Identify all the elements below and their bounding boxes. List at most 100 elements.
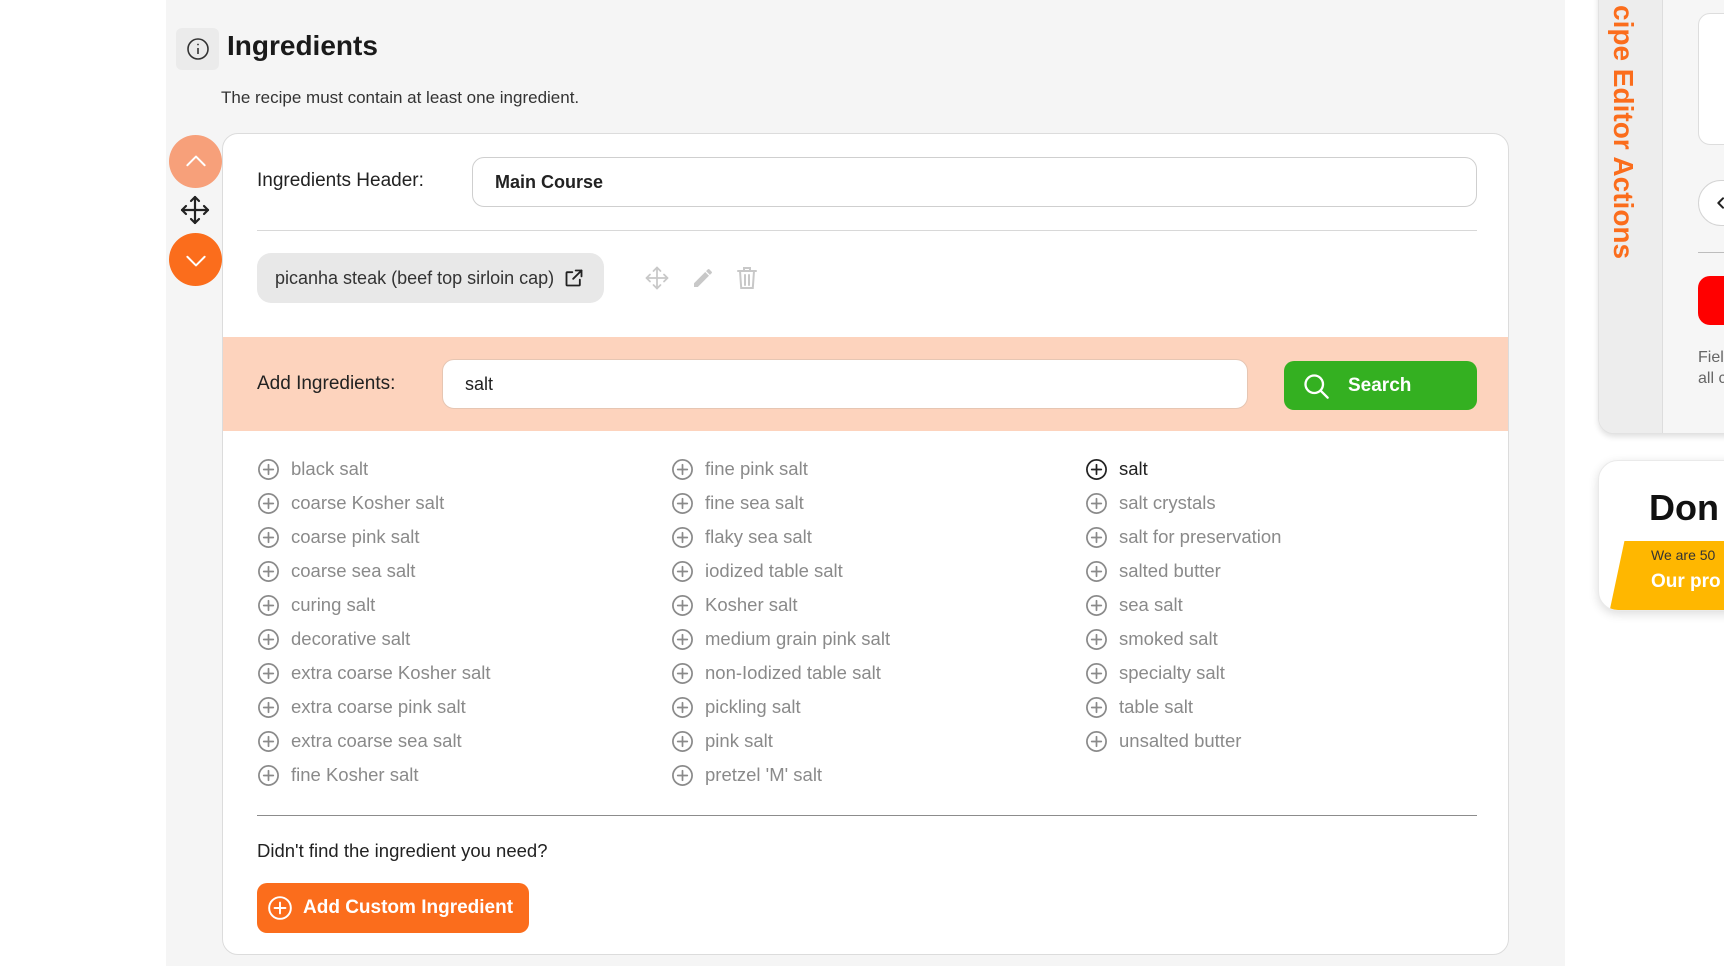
ingredient-result[interactable]: smoked salt [1085,622,1485,656]
back-button[interactable] [1698,180,1724,226]
ingredient-result[interactable]: salt crystals [1085,486,1485,520]
plus-circle-icon [258,730,279,752]
divider [1698,252,1724,253]
ingredient-result-label: curing salt [291,594,376,615]
plus-circle-icon [672,492,693,514]
ingredient-result[interactable]: coarse Kosher salt [257,486,657,520]
ingredient-result-label: pretzel 'M' salt [705,764,823,785]
ingredient-group-card: Ingredients Header: Main Course picanha … [222,133,1509,955]
ingredient-result[interactable]: salted butter [1085,554,1485,588]
info-icon [186,38,209,60]
trash-icon [737,267,757,289]
ingredient-result[interactable]: sea salt [1085,588,1485,622]
plus-circle-icon [258,628,279,650]
plus-circle-icon [672,458,693,480]
move-up-button[interactable] [169,135,222,188]
ingredient-result-label: iodized table salt [705,560,843,581]
plus-circle-icon [258,696,279,718]
ingredient-result[interactable]: coarse pink salt [257,520,657,554]
panel-title: cipe Editor Actions [1608,5,1639,260]
results-column-2: fine pink salt fine sea salt flaky sea sal… [671,452,1071,792]
ingredient-result-label: Kosher salt [705,594,798,615]
search-button-label: Search [1348,374,1412,396]
ingredient-result-label: sea salt [1119,594,1183,615]
plus-circle-icon [1086,458,1107,480]
ingredient-result-label: black salt [291,458,369,479]
plus-circle-icon [1086,730,1107,752]
ingredient-result[interactable]: extra coarse Kosher salt [257,656,657,690]
ingredient-result[interactable]: non-Iodized table salt [671,656,1071,690]
ingredient-result[interactable]: black salt [257,452,657,486]
ingredient-edit-button[interactable] [687,262,719,294]
plus-circle-icon [258,594,279,616]
donate-subtitle: We are 50 [1651,547,1716,563]
search-icon [1304,373,1329,399]
panel-tab[interactable]: cipe Editor Actions [1599,0,1663,433]
ingredient-result[interactable]: table salt [1085,690,1485,724]
ingredient-move-button[interactable] [641,262,673,294]
info-button[interactable] [176,28,219,70]
plus-circle-icon [1086,492,1107,514]
donate-card[interactable]: Don We are 50 Our pro [1598,460,1724,611]
ingredient-delete-button[interactable] [731,262,763,294]
ingredient-result-label: non-Iodized table salt [705,662,881,683]
ingredient-result-label: extra coarse sea salt [291,730,462,751]
results-column-3: salt salt crystals salt for preservation sa… [1085,452,1485,758]
external-link-icon[interactable] [564,268,584,288]
donate-title: Don [1649,487,1719,528]
plus-circle-icon [672,764,693,786]
ingredient-result[interactable]: coarse sea salt [257,554,657,588]
move-arrows-icon [180,195,210,225]
ingredient-result[interactable]: curing salt [257,588,657,622]
section-description: The recipe must contain at least one ing… [221,88,580,107]
search-button[interactable]: Search [1284,361,1477,410]
ingredient-result[interactable]: fine Kosher salt [257,758,657,792]
ingredient-chip[interactable]: picanha steak (beef top sirloin cap) [257,253,605,303]
ingredients-header-input[interactable]: Main Course [472,157,1477,207]
panel-box [1698,13,1724,145]
ingredient-result[interactable]: extra coarse pink salt [257,690,657,724]
plus-circle-icon [258,662,279,684]
plus-circle-icon [258,764,279,786]
ingredient-result[interactable]: salt [1085,452,1485,486]
ingredient-result-label: fine sea salt [705,492,804,513]
ingredient-result[interactable]: fine pink salt [671,452,1071,486]
ingredient-result-label: pickling salt [705,696,801,717]
ingredient-result[interactable]: medium grain pink salt [671,622,1071,656]
pencil-icon [694,269,712,287]
ingredient-result[interactable]: extra coarse sea salt [257,724,657,758]
add-ingredients-bar: Add Ingredients: salt Search [223,337,1508,431]
plus-circle-icon [672,696,693,718]
ingredient-result-label: salt crystals [1119,492,1216,513]
ingredient-result[interactable]: iodized table salt [671,554,1071,588]
divider [257,230,1477,231]
move-arrows-icon [645,266,669,290]
plus-circle-icon [258,560,279,582]
donate-cta[interactable]: Our pro [1651,571,1721,593]
plus-circle-icon [1086,594,1107,616]
drag-handle[interactable] [178,193,212,227]
ingredient-result[interactable]: unsalted butter [1085,724,1485,758]
ingredient-result[interactable]: flaky sea salt [671,520,1071,554]
page: Ingredients The recipe must contain at l… [0,0,1724,966]
add-custom-ingredient-button[interactable]: Add Custom Ingredient [257,883,530,933]
ingredient-result[interactable]: salt for preservation [1085,520,1485,554]
plus-circle-icon [258,492,279,514]
ingredient-result[interactable]: pickling salt [671,690,1071,724]
divider [257,815,1477,816]
ingredient-result[interactable]: fine sea salt [671,486,1071,520]
ingredient-search-input[interactable]: salt [442,359,1248,409]
ingredient-result[interactable]: specialty salt [1085,656,1485,690]
ingredient-result[interactable]: decorative salt [257,622,657,656]
move-down-button[interactable] [169,233,222,286]
ingredient-result[interactable]: pretzel 'M' salt [671,758,1071,792]
ingredient-result[interactable]: pink salt [671,724,1071,758]
plus-circle-icon [672,662,693,684]
ingredient-result[interactable]: Kosher salt [671,588,1071,622]
plus-circle-icon [268,896,292,920]
panel-action-button[interactable] [1698,276,1724,325]
chevron-down-icon [185,255,206,266]
ingredient-result-label: extra coarse pink salt [291,696,466,717]
plus-circle-icon [1086,696,1107,718]
ingredient-result-label: smoked salt [1119,628,1218,649]
